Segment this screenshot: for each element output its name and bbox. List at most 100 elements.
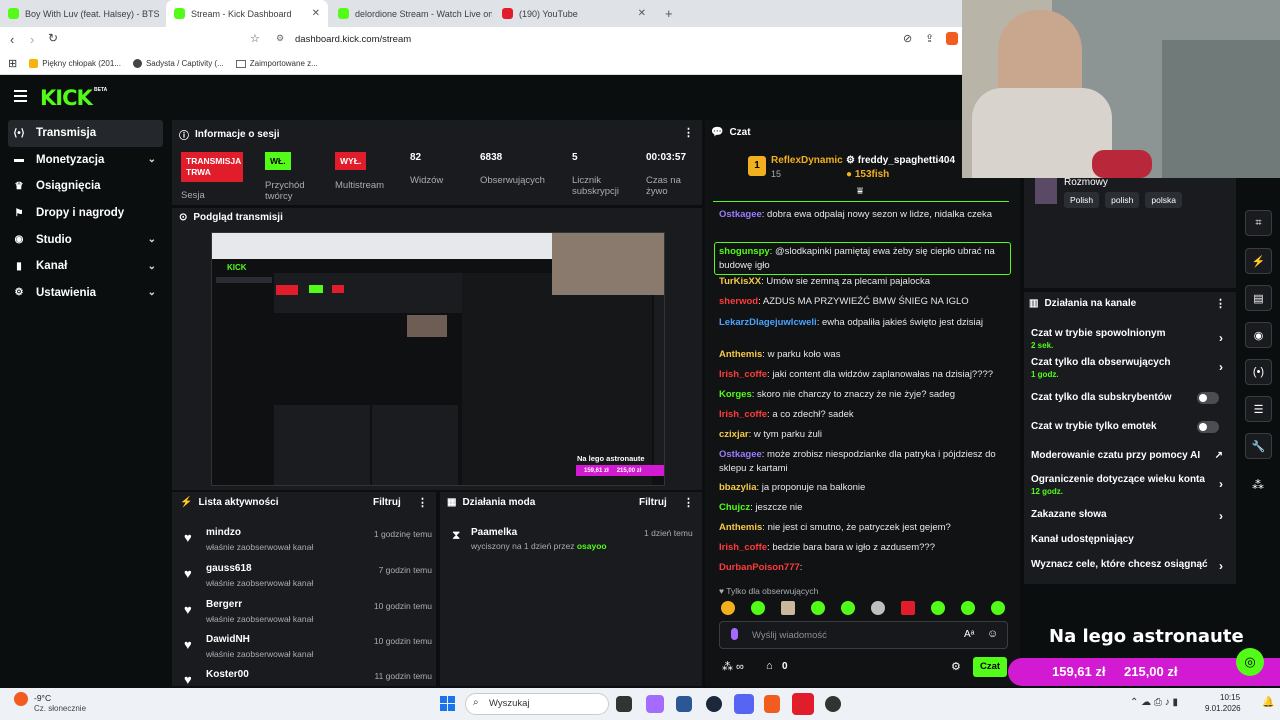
chat-username[interactable]: TurKisXX [719, 276, 761, 287]
activity-item[interactable]: ♥ DawidNH właśnie zaobserwował kanał 10 god… [182, 634, 432, 670]
emote-icon[interactable] [931, 601, 945, 615]
activity-user[interactable]: mindzo [206, 527, 241, 538]
send-chat-button[interactable]: Czat [973, 657, 1007, 677]
emote-icon[interactable] [841, 601, 855, 615]
bookmark-item[interactable]: Sadysta / Captivity (... [132, 59, 224, 68]
bookmark-folder[interactable]: Zaimportowane z... [235, 59, 318, 68]
chevron-down-icon[interactable]: ⌄ [148, 234, 156, 245]
chevron-down-icon[interactable]: ⌄ [148, 154, 156, 165]
chat-username[interactable]: Ostkagee [719, 209, 762, 220]
toggle-switch[interactable] [1197, 421, 1219, 433]
task-view-icon[interactable] [616, 696, 632, 712]
channel-action-item[interactable]: Zakazane słowa › [1031, 509, 1227, 523]
stream-preview-video[interactable]: KICK Na lego astronaute 159,61 zł 215,00 … [211, 232, 665, 486]
rail-chat-icon[interactable]: ◉ [1245, 322, 1272, 348]
chevron-down-icon[interactable]: ⌄ [148, 261, 156, 272]
chat-message[interactable]: Anthemis: w parku koło was [719, 348, 1009, 362]
rail-bolt-icon[interactable]: ⚡ [1245, 248, 1272, 274]
chevron-right-icon[interactable]: › [1219, 331, 1223, 345]
chat-message[interactable]: TurKisXX: Umów sie zemną za plecami paja… [719, 275, 1009, 289]
menu-hamburger-icon[interactable] [14, 90, 27, 102]
chat-message[interactable]: LekarzDlagejuwlcweli: ewha odpaliła jaki… [719, 316, 1009, 330]
tray-icons[interactable]: ⌃ ☁ ⎙ ♪ ▮ [1130, 697, 1178, 708]
weather-temp[interactable]: -9°C [34, 693, 51, 703]
bookmark-star-icon[interactable]: ☆ [250, 32, 260, 45]
brave-icon[interactable] [764, 695, 780, 713]
chat-message[interactable]: Korges: skoro nie charczy to znaczy że n… [719, 388, 1009, 402]
chat-username[interactable]: Ostkagee [719, 449, 762, 460]
creator-revenue-badge[interactable]: WŁ. [265, 152, 291, 170]
steam-icon[interactable] [706, 696, 722, 712]
store-icon[interactable] [676, 696, 692, 712]
chat-username[interactable]: sherwod [719, 296, 758, 307]
clock-time[interactable]: 10:15 [1220, 693, 1240, 702]
chat-username[interactable]: DurbanPoison777 [719, 562, 800, 573]
brave-shield-icon[interactable] [946, 32, 958, 45]
chevron-right-icon[interactable]: › [1219, 509, 1223, 523]
channel-action-item[interactable]: Kanał udostępniający [1031, 534, 1227, 545]
chat-username[interactable]: Korges [719, 389, 752, 400]
forward-icon[interactable]: › [30, 32, 34, 47]
mod-more-icon[interactable]: ⋮ [683, 496, 694, 509]
apps-grid-icon[interactable]: ⊞ [8, 57, 17, 70]
bookmark-item[interactable]: Piękny chłopak (201... [29, 59, 121, 68]
chevron-right-icon[interactable]: › [1219, 360, 1223, 374]
rail-scan-icon[interactable]: ⌗ [1245, 210, 1272, 236]
pinned-user-2[interactable]: ⚙ freddy_spaghetti404 [846, 155, 955, 166]
chevron-down-icon[interactable]: ⌄ [148, 287, 156, 298]
obs-icon[interactable] [825, 696, 841, 712]
points-infinity-icon[interactable]: ⁂ ∞ [722, 660, 744, 673]
browser-tab[interactable]: Boy With Luv (feat. Halsey) - BTS✕ [0, 0, 164, 27]
notifications-icon[interactable]: 🔔 [1262, 697, 1274, 708]
browser-tab[interactable]: delordione Stream - Watch Live on K✕ [330, 0, 492, 27]
sidebar-item-6[interactable]: ⚙ Ustawienia ⌄ [0, 280, 172, 307]
site-info-icon[interactable]: ⚙ [276, 33, 284, 44]
pinned-user-1[interactable]: ReflexDynamic [771, 155, 843, 166]
share-icon[interactable]: ⇪ [925, 32, 934, 45]
session-more-icon[interactable]: ⋮ [683, 126, 694, 139]
chat-username[interactable]: Chujcz [719, 502, 750, 513]
taskbar-app-icon[interactable] [792, 693, 814, 715]
chat-username[interactable]: Irish_coffe [719, 409, 767, 420]
emote-icon[interactable] [751, 601, 765, 615]
sidebar-item-0[interactable]: ⟨•⟩ Transmisja [8, 120, 163, 147]
translate-icon[interactable]: Aᵃ [964, 629, 974, 640]
chat-input-placeholder[interactable]: Wyślij wiadomość [752, 630, 827, 641]
chat-username[interactable]: Anthemis [719, 522, 762, 533]
activity-more-icon[interactable]: ⋮ [417, 496, 428, 509]
chevron-right-icon[interactable]: › [1219, 559, 1223, 573]
chat-message[interactable]: Irish_coffe: bedzie bara bara w igło z a… [719, 541, 1009, 555]
channel-action-item[interactable]: Ograniczenie dotyczące wieku konta 12 god… [1031, 474, 1227, 496]
channel-actions-more-icon[interactable]: ⋮ [1215, 297, 1226, 310]
chat-username[interactable]: czixjar [719, 429, 749, 440]
camera-blocked-icon[interactable]: ⊘ [903, 32, 912, 45]
url-input[interactable]: dashboard.kick.com/stream [295, 34, 411, 45]
headset-support-icon[interactable]: ◎ [1236, 648, 1264, 676]
sidebar-item-1[interactable]: ▬ Monetyzacja ⌄ [0, 147, 172, 174]
channel-action-item[interactable]: Czat tylko dla obserwujących 1 godz. › [1031, 357, 1227, 379]
tag[interactable]: Polish [1064, 192, 1100, 208]
expand-pinned-icon[interactable]: ⩸ [857, 186, 863, 197]
gift-box-icon[interactable]: ⌂ [766, 660, 773, 672]
emote-icon[interactable] [901, 601, 915, 615]
rail-wrench-icon[interactable]: 🔧 [1245, 433, 1272, 459]
discord-icon[interactable] [734, 694, 754, 714]
chat-username[interactable]: shogunspy [719, 246, 770, 257]
channel-action-item[interactable]: Czat w trybie tylko emotek [1031, 421, 1227, 433]
chat-username[interactable]: Irish_coffe [719, 542, 767, 553]
chat-message[interactable]: bbazylia: ja proponuje na balkonie [719, 481, 1009, 495]
emote-icon[interactable] [991, 601, 1005, 615]
rail-apps-icon[interactable]: ⁂ [1252, 478, 1264, 492]
chat-message[interactable]: DurbanPoison777: [719, 561, 1009, 575]
rail-doc-icon[interactable]: ▤ [1245, 285, 1272, 311]
copilot-icon[interactable] [646, 695, 664, 713]
stream-category[interactable]: Rozmowy [1064, 177, 1108, 188]
chat-message[interactable]: Ostkagee: może zrobisz niespodzianke dla… [719, 448, 1009, 475]
tag[interactable]: polish [1105, 192, 1140, 208]
chat-username[interactable]: LekarzDlagejuwlcweli [719, 317, 817, 328]
chat-message[interactable]: Anthemis: nie jest ci smutno, że patrycz… [719, 521, 1009, 535]
browser-tab[interactable]: (190) YouTube ✕ [494, 0, 654, 27]
chat-username[interactable]: Irish_coffe [719, 369, 767, 380]
activity-user[interactable]: gauss618 [206, 563, 252, 574]
kick-logo[interactable]: KICK [40, 86, 93, 110]
